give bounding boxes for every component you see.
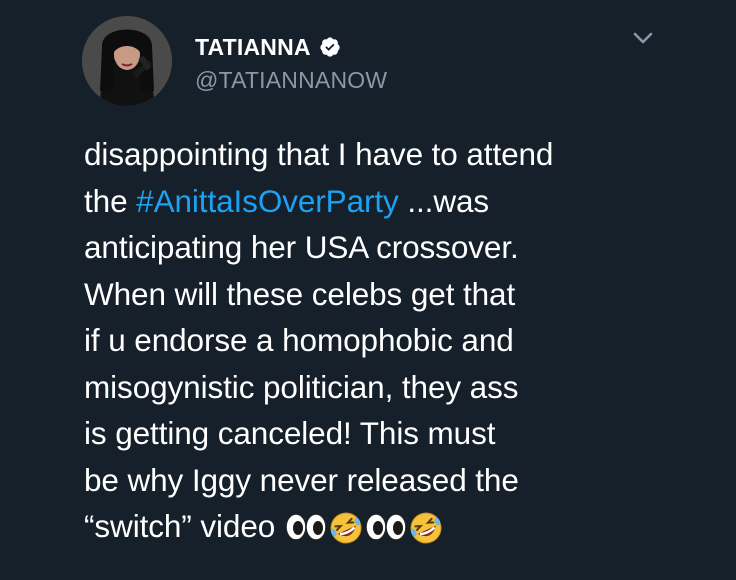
tweet-line: When will these celebs get that — [84, 275, 516, 312]
tweet-line: anticipating her USA crossover. — [84, 229, 519, 265]
avatar[interactable] — [82, 16, 172, 106]
user-handle[interactable]: @TATIANNANOW — [195, 67, 387, 94]
tweet-text-segment: ...was — [407, 182, 490, 219]
tweet-line: if u endorse a homophobic and — [84, 322, 514, 358]
tweet-card: TATIANNA @TATIANNANOW disappointing that… — [0, 0, 736, 580]
rofl-emoji-icon — [408, 511, 444, 544]
display-name[interactable]: TATIANNA — [195, 34, 311, 61]
avatar-image — [82, 16, 172, 106]
hashtag-link[interactable]: #AnittaIsOverParty — [136, 183, 399, 219]
chevron-down-icon[interactable] — [630, 28, 656, 48]
tweet-text-segment: the — [84, 182, 128, 219]
tweet-text-segment: “switch” video — [84, 508, 276, 544]
eyes-emoji-icon — [284, 511, 328, 543]
eyes-emoji-icon — [364, 511, 408, 543]
tweet-line: be why Iggy never released the — [84, 461, 519, 498]
verified-badge-icon — [319, 36, 341, 58]
tweet-text: disappointing that I have to attend the … — [84, 131, 724, 550]
tweet-line: is getting canceled! This must — [84, 415, 496, 451]
tweet-line: “switch” video — [84, 503, 724, 550]
tweet-line: disappointing that I have to attend — [84, 136, 554, 172]
user-name-row[interactable]: TATIANNA — [195, 33, 341, 61]
tweet-line: misogynistic politician, they ass — [84, 368, 519, 405]
rofl-emoji-icon — [328, 511, 364, 544]
tweet-line: the #AnittaIsOverParty ...was — [84, 178, 724, 225]
